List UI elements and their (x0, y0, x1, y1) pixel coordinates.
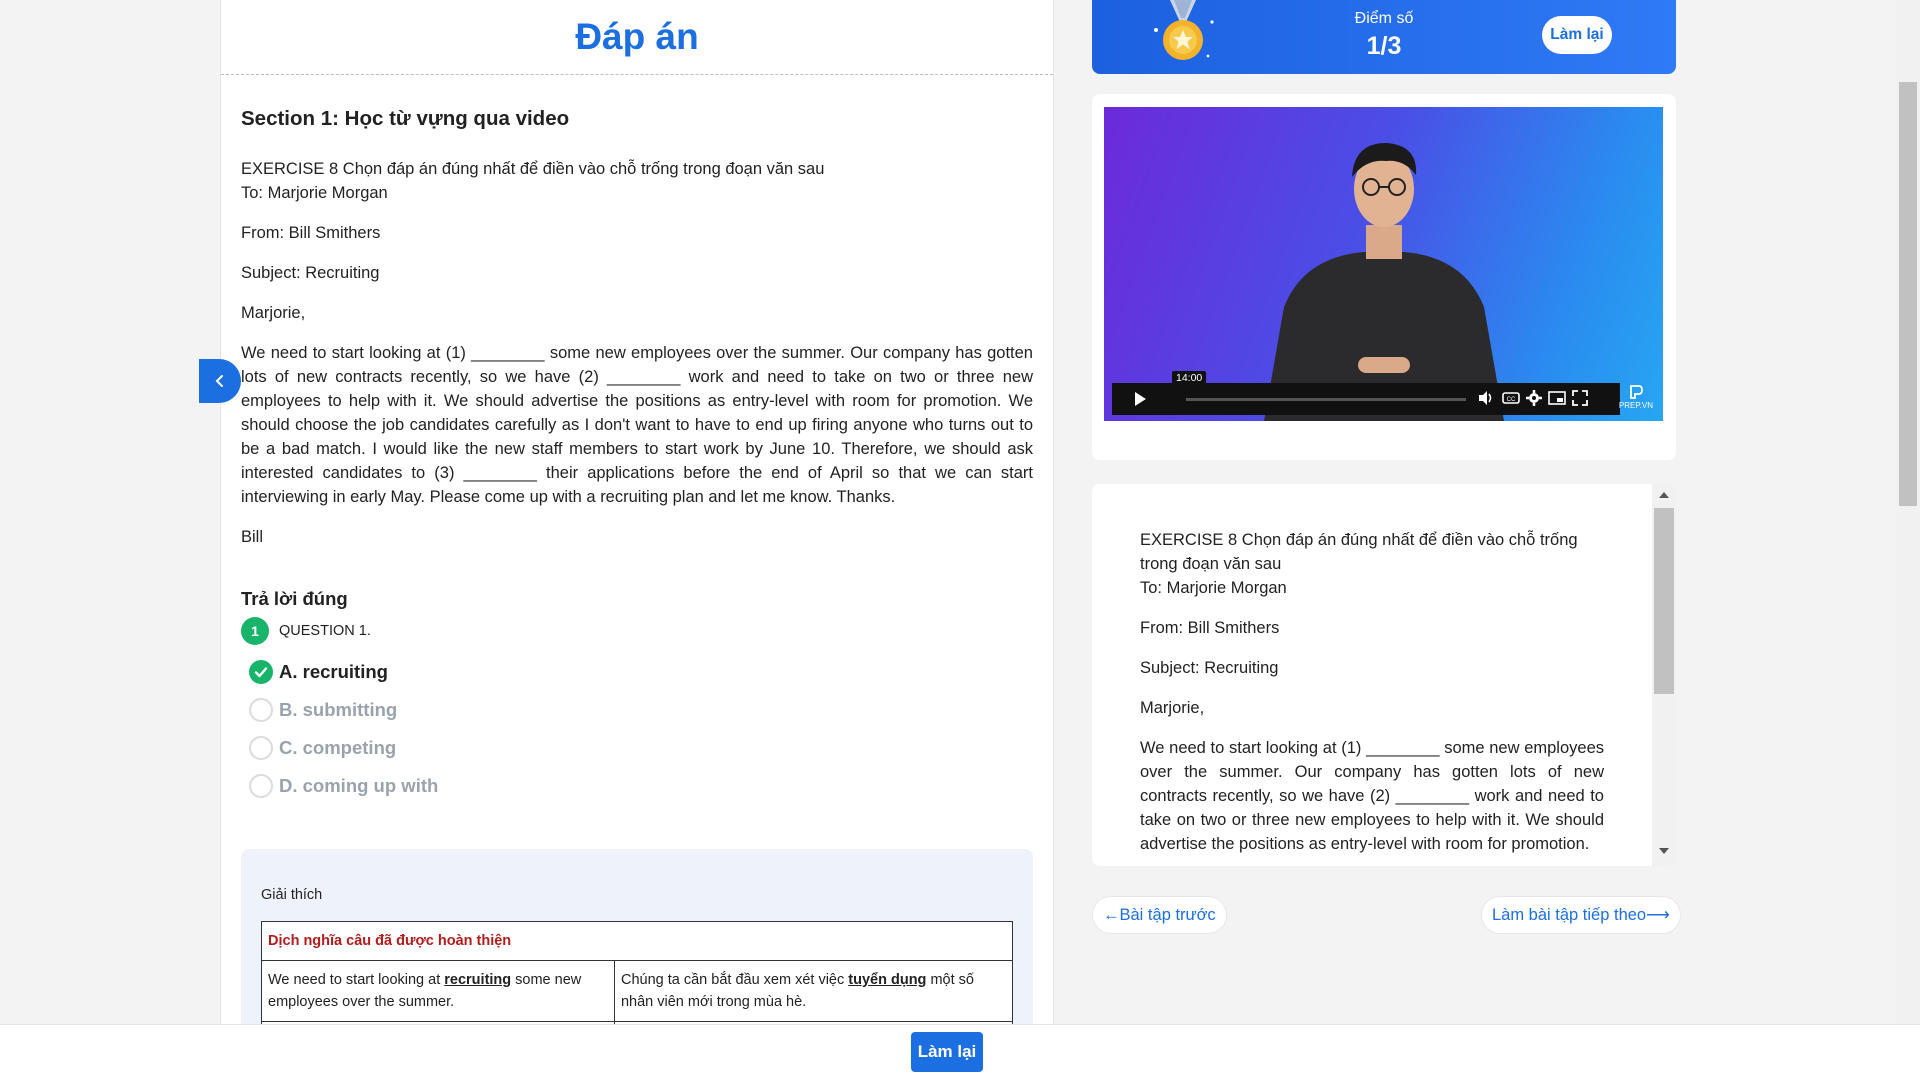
volume-icon[interactable] (1477, 389, 1495, 407)
radio-circle-icon (249, 698, 273, 722)
chevron-left-icon (215, 375, 223, 387)
question-label: QUESTION 1. (279, 623, 371, 639)
email-to: To: Marjorie Morgan (1140, 579, 1287, 597)
redo-main-button[interactable]: Làm lại (911, 1032, 983, 1072)
picture-in-picture-icon[interactable] (1548, 389, 1566, 407)
email-signature: Bill (241, 528, 264, 546)
option-b[interactable]: B. submitting (241, 691, 1033, 729)
email-from: From: Bill Smithers (1140, 619, 1280, 637)
option-label: A. recruiting (279, 661, 388, 682)
email-subject: Subject: Recruiting (241, 264, 380, 282)
previous-exercise-button[interactable]: ←Bài tập trước (1092, 896, 1227, 934)
scroll-down-icon[interactable] (1659, 848, 1669, 854)
question-header: 1 QUESTION 1. (241, 617, 1033, 645)
page-scroll-thumb[interactable] (1899, 82, 1917, 506)
option-label: D. coming up with (279, 775, 439, 796)
email-body: We need to start looking at (1) ________… (1140, 739, 1604, 853)
exercise-line: EXERCISE 8 Chọn đáp án đúng nhất để điền… (1140, 531, 1578, 573)
email-body: We need to start looking at (1) ________… (241, 344, 1033, 506)
captions-icon[interactable]: CC (1502, 389, 1520, 407)
radio-circle-icon (249, 774, 273, 798)
email-greeting: Marjorie, (1140, 699, 1205, 717)
table-row: We need to start looking at recruiting s… (261, 960, 1014, 1022)
keyword: tuyển dụng (848, 972, 927, 988)
page-scrollbar[interactable] (1896, 0, 1920, 1024)
sentence-vi: Chúng ta cần bắt đầu xem xét việc tuyển … (613, 960, 1014, 1022)
video-player[interactable]: 14:00 CC PREP.VN (1104, 107, 1663, 421)
email-greeting: Marjorie, (241, 304, 306, 322)
bottom-action-bar: Làm lại (0, 1024, 1920, 1081)
settings-icon[interactable] (1525, 389, 1543, 407)
explanation-label: Giải thích (261, 887, 323, 903)
answer-panel: Đáp án Section 1: Học từ vựng qua video … (220, 0, 1054, 1080)
email-subject: Subject: Recruiting (1140, 659, 1279, 677)
email-to: To: Marjorie Morgan (241, 184, 388, 202)
sentence-en: We need to start looking at recruiting s… (261, 960, 615, 1022)
fullscreen-icon[interactable] (1571, 389, 1589, 407)
score-card: Điểm số 1/3 Làm lại (1092, 0, 1676, 74)
play-button[interactable] (1112, 383, 1168, 415)
option-label: C. competing (279, 737, 397, 758)
answer-title: Trả lời đúng (241, 588, 348, 609)
radio-circle-icon (249, 736, 273, 760)
check-circle-icon (249, 660, 273, 684)
prep-logo-icon (1630, 385, 1643, 399)
video-controls: CC (1112, 383, 1620, 415)
svg-text:CC: CC (1507, 397, 1516, 403)
translation-table-header: Dịch nghĩa câu đã được hoàn thiện (261, 921, 1013, 961)
passage-panel: EXERCISE 8 Chọn đáp án đúng nhất để điền… (1092, 484, 1676, 866)
section-title: Section 1: Học từ vựng qua video (241, 107, 570, 130)
option-c[interactable]: C. competing (241, 729, 1033, 767)
option-label: B. submitting (279, 699, 398, 720)
question-number-badge: 1 (241, 617, 269, 645)
exercise-line: EXERCISE 8 Chọn đáp án đúng nhất để điền… (241, 160, 825, 178)
passage-scrollbar[interactable] (1652, 484, 1676, 866)
passage-content: EXERCISE 8 Chọn đáp án đúng nhất để điền… (1140, 528, 1604, 866)
scroll-thumb[interactable] (1654, 508, 1674, 694)
email-from: From: Bill Smithers (241, 224, 381, 242)
play-icon (1135, 392, 1146, 406)
scroll-up-icon[interactable] (1659, 492, 1669, 498)
answer-content: Section 1: Học từ vựng qua video EXERCIS… (221, 75, 1053, 1080)
option-a[interactable]: A. recruiting (241, 653, 1033, 691)
video-card: 14:00 CC PREP.VN (1092, 94, 1676, 460)
video-progress-bar[interactable] (1186, 398, 1466, 401)
redo-button[interactable]: Làm lại (1542, 16, 1612, 54)
brand-logo: PREP.VN (1619, 385, 1653, 410)
page-title: Đáp án (221, 0, 1053, 75)
next-exercise-button[interactable]: Làm bài tập tiếp theo⟶ (1481, 896, 1681, 934)
keyword: recruiting (444, 972, 512, 988)
collapse-panel-button[interactable] (199, 359, 241, 403)
option-d[interactable]: D. coming up with (241, 767, 1033, 805)
